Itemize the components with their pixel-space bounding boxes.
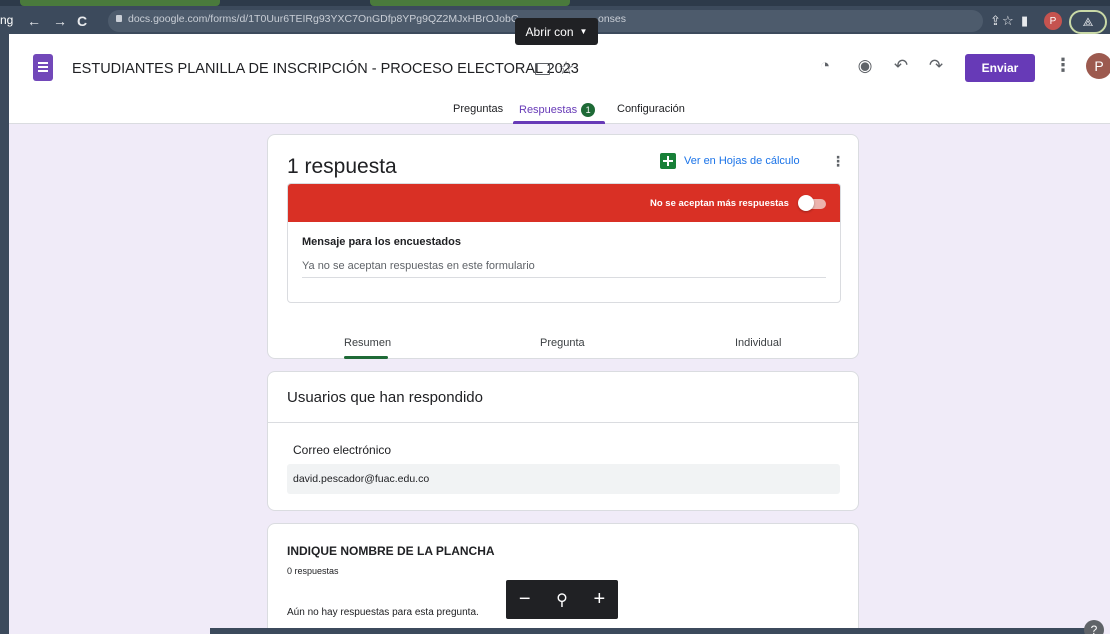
url-text[interactable]: docs.google.com/forms/d/1T0Uur6TEIRg93YX… — [128, 13, 519, 25]
active-tab-indicator — [513, 121, 605, 124]
zoom-in-button[interactable]: + — [593, 588, 605, 611]
forward-icon[interactable]: → — [52, 13, 68, 29]
form-title[interactable]: ESTUDIANTES PLANILLA DE INSCRIPCIÓN - PR… — [72, 61, 579, 77]
more-vert-icon[interactable]: ⋮ — [831, 153, 845, 170]
zoom-out-button[interactable]: − — [519, 588, 531, 611]
tab-responses[interactable]: Respuestas 1 — [519, 103, 596, 117]
closed-responses-panel: No se aceptan más respuestas Mensaje par… — [287, 183, 841, 303]
folder-icon[interactable] — [535, 63, 550, 75]
reload-icon[interactable]: C — [74, 13, 90, 29]
question-response-count: 0 respuestas — [287, 566, 339, 576]
not-accepting-banner: No se aceptan más respuestas — [288, 184, 840, 222]
bookmark-star-icon[interactable]: ☆ — [1002, 13, 1014, 29]
toggle-knob[interactable] — [798, 195, 814, 211]
respondent-message-label: Mensaje para los encuestados — [302, 236, 461, 248]
question-title: INDIQUE NOMBRE DE LA PLANCHA — [287, 544, 495, 558]
respondents-card: Usuarios que han respondido Correo elect… — [267, 371, 859, 511]
open-with-popup[interactable]: Abrir con ▼ — [515, 18, 598, 45]
extension-icon[interactable]: ⟁ — [1069, 10, 1107, 34]
share-icon[interactable]: ⇪ — [990, 13, 1001, 29]
response-count-title: 1 respuesta — [287, 155, 397, 178]
lock-icon[interactable] — [116, 15, 122, 22]
browser-tab[interactable] — [20, 0, 220, 6]
tab-settings[interactable]: Configuración — [617, 103, 685, 115]
star-icon[interactable]: ☆ — [558, 58, 574, 79]
tab-responses-label: Respuestas — [519, 103, 578, 116]
view-in-sheets-link[interactable]: Ver en Hojas de cálculo — [660, 153, 800, 169]
palette-icon[interactable]: ◔ — [815, 56, 835, 76]
avatar[interactable]: P — [1086, 53, 1110, 79]
divider — [268, 422, 858, 423]
tab-title-fragment: ng — [0, 13, 14, 27]
back-icon[interactable]: ← — [26, 13, 42, 29]
forms-header: ESTUDIANTES PLANILLA DE INSCRIPCIÓN - PR… — [9, 34, 1110, 124]
not-accepting-label: No se aceptan más respuestas — [650, 198, 789, 209]
no-responses-text: Aún no hay respuestas para esta pregunta… — [287, 607, 479, 618]
window-edge — [0, 34, 9, 634]
zoom-toolbar: − ⚲ + — [506, 580, 618, 619]
responses-summary-card: 1 respuesta Ver en Hojas de cálculo ⋮ No… — [267, 134, 859, 359]
undo-icon[interactable]: ↶ — [891, 56, 911, 76]
subtab-summary[interactable]: Resumen — [344, 337, 391, 349]
send-button[interactable]: Enviar — [965, 54, 1035, 82]
respondent-message-field[interactable]: Ya no se aceptan respuestas en este form… — [302, 260, 826, 278]
open-with-label: Abrir con — [525, 24, 574, 39]
more-vert-icon[interactable]: ⋮ — [1054, 55, 1072, 76]
view-in-sheets-label: Ver en Hojas de cálculo — [684, 155, 800, 167]
taskbar-edge — [210, 628, 1100, 634]
forms-logo-icon[interactable] — [33, 54, 53, 81]
subtab-question[interactable]: Pregunta — [540, 337, 585, 349]
sheets-icon — [660, 153, 676, 169]
tab-strip — [0, 0, 1110, 6]
preview-eye-icon[interactable]: ◉ — [855, 56, 875, 76]
subtab-individual[interactable]: Individual — [735, 337, 781, 349]
list-item[interactable]: david.pescador@fuac.edu.co — [287, 464, 840, 494]
redo-icon[interactable]: ↷ — [926, 56, 946, 76]
chevron-down-icon: ▼ — [579, 27, 588, 36]
respondents-title: Usuarios que han respondido — [287, 389, 483, 406]
tab-questions[interactable]: Preguntas — [453, 103, 503, 115]
zoom-magnifier-icon[interactable]: ⚲ — [556, 590, 568, 610]
sidepanel-icon[interactable]: ▮ — [1021, 13, 1028, 29]
email-column-label: Correo electrónico — [293, 443, 392, 457]
responses-count-badge: 1 — [581, 103, 596, 117]
browser-tab[interactable] — [370, 0, 570, 6]
active-subtab-indicator — [344, 356, 388, 359]
browser-profile-avatar[interactable]: P — [1044, 12, 1062, 30]
url-text-tail[interactable]: onses — [598, 13, 626, 25]
help-icon[interactable]: ? — [1084, 620, 1104, 634]
